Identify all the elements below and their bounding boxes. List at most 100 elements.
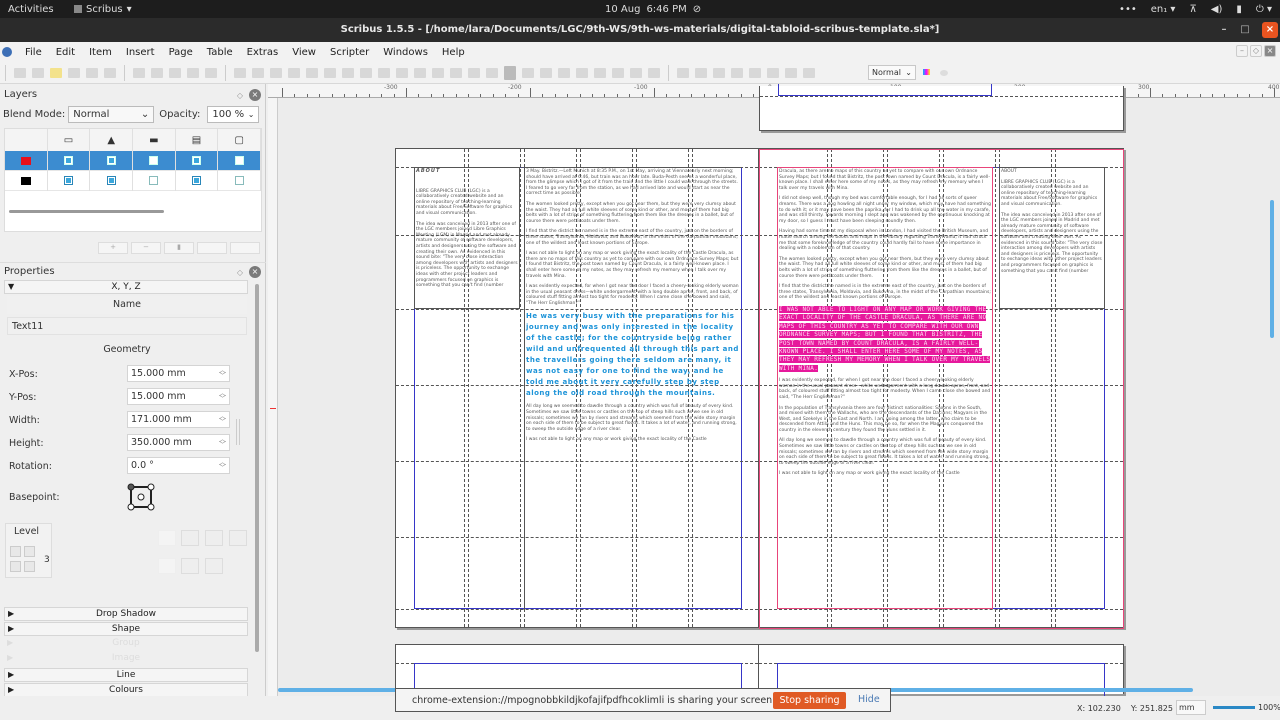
rotation-spinbox[interactable]: 0.0 ° ︿ ﹀ — [127, 457, 230, 474]
paste-icon[interactable] — [205, 67, 217, 78]
menu-item[interactable]: Item — [82, 47, 119, 58]
raise-layer-button[interactable] — [197, 242, 227, 254]
menu-file[interactable]: File — [18, 47, 49, 58]
measure-icon[interactable] — [576, 67, 588, 78]
shape-section-toggle[interactable]: ▶ Shape — [4, 622, 248, 636]
page-right[interactable]: Dracula, as there are no maps of this co… — [759, 148, 1124, 629]
about-text-frame[interactable]: ABOUT LIBRE GRAPHICS CLUB (LGC) is a col… — [999, 167, 1105, 309]
layer-row[interactable] — [5, 150, 262, 171]
flip-button[interactable] — [158, 530, 176, 546]
line-tool-icon[interactable] — [396, 67, 408, 78]
lower-button[interactable] — [10, 561, 21, 572]
spin-arrows-icon[interactable]: ︿ ﹀ — [219, 459, 226, 472]
power-icon[interactable]: ⏻ ▾ — [1256, 4, 1272, 15]
pdf-tools-icon[interactable] — [785, 67, 797, 78]
cut-icon[interactable] — [169, 67, 181, 78]
flow-checkbox[interactable] — [192, 176, 202, 185]
render-frame-tool-icon[interactable] — [288, 67, 300, 78]
layer-row[interactable] — [5, 170, 262, 191]
copy-properties-icon[interactable] — [594, 67, 606, 78]
colours-section-toggle[interactable]: ▶ Colours — [4, 683, 248, 697]
layers-horizontal-scrollbar[interactable] — [9, 210, 164, 213]
item-name-field[interactable]: Text11 — [7, 317, 247, 335]
doc-close-icon[interactable]: × — [1264, 45, 1276, 57]
copy-icon[interactable] — [187, 67, 199, 78]
zoom-slider[interactable] — [1213, 706, 1255, 709]
lock-checkbox[interactable] — [149, 176, 159, 185]
color-management-icon[interactable] — [923, 69, 930, 75]
flip-vertical-button[interactable] — [205, 530, 223, 546]
freehand-tool-icon[interactable] — [432, 67, 444, 78]
image-frame-tool-icon[interactable] — [270, 67, 282, 78]
preview-eye-icon[interactable] — [940, 70, 948, 76]
width-spinbox[interactable]: 171.000 mm ︿ ﹀ — [127, 411, 230, 428]
page-next-right[interactable] — [759, 644, 1124, 703]
link-frames-icon[interactable] — [540, 67, 552, 78]
pdf-link-icon[interactable] — [749, 67, 761, 78]
blend-mode-select[interactable]: Normal ⌄ — [68, 106, 155, 123]
menu-page[interactable]: Page — [162, 47, 200, 58]
spin-arrows-icon[interactable]: ︿ ﹀ — [219, 367, 226, 380]
preview-icon[interactable] — [803, 67, 815, 78]
network-icon[interactable]: ⊼ — [1189, 4, 1196, 15]
mic-icon[interactable]: ▮ — [1236, 4, 1242, 15]
outline-checkbox[interactable] — [234, 176, 244, 185]
zoom-tool-icon[interactable] — [486, 67, 498, 78]
close-doc-icon[interactable] — [68, 67, 80, 78]
lock-column-icon[interactable]: ▬ — [133, 129, 176, 151]
raise-button[interactable] — [24, 546, 35, 557]
spin-arrows-icon[interactable]: ︿ ﹀ — [219, 413, 226, 426]
menu-extras[interactable]: Extras — [240, 47, 286, 58]
page-previous[interactable] — [759, 84, 1124, 131]
polygon-tool-icon[interactable] — [342, 67, 354, 78]
selected-text-highlight[interactable]: I was not able to light on any map or wo… — [779, 305, 991, 373]
lock-size-button[interactable] — [181, 558, 199, 574]
raise-to-top-button[interactable] — [10, 546, 21, 557]
visible-column-icon[interactable]: ▭ — [48, 129, 91, 151]
about-text-frame[interactable]: ABOUT LIBRE GRAPHICS CLUB (LGC) is a col… — [414, 167, 520, 309]
calligraphy-tool-icon[interactable] — [450, 67, 462, 78]
spin-arrows-icon[interactable]: ︿ ﹀ — [219, 436, 226, 449]
shape-tool-icon[interactable] — [324, 67, 336, 78]
edit-text-icon[interactable] — [522, 67, 534, 78]
menu-table[interactable]: Table — [200, 47, 240, 58]
visible-checkbox[interactable] — [64, 176, 73, 185]
activities-button[interactable]: Activities — [8, 4, 54, 15]
flow-column-icon[interactable]: ▤ — [176, 129, 219, 151]
menu-view[interactable]: View — [285, 47, 323, 58]
maximize-button[interactable]: □ — [1237, 22, 1253, 38]
save-icon[interactable] — [50, 67, 62, 78]
pdf-checkbox-icon[interactable] — [677, 67, 689, 78]
page-next-left[interactable] — [395, 644, 759, 703]
add-layer-button[interactable]: + — [98, 242, 128, 254]
line-section-toggle[interactable]: ▶ Line — [4, 668, 248, 682]
edit-contents-icon[interactable] — [504, 65, 516, 80]
drop-shadow-section-toggle[interactable]: ▶ Drop Shadow — [4, 607, 248, 621]
close-panel-icon[interactable]: × — [249, 266, 261, 278]
text-flow-button[interactable] — [205, 558, 223, 574]
spin-arrows-icon[interactable]: ︿ ﹀ — [219, 390, 226, 403]
minimize-button[interactable]: – — [1216, 22, 1232, 38]
y-pos-spinbox[interactable]: 15.000 mm ︿ ﹀ — [127, 388, 230, 405]
pdf-push-button-icon[interactable] — [630, 67, 642, 78]
app-menu[interactable]: Scribus ▾ — [74, 4, 132, 15]
language-selector[interactable]: en₁ ▾ — [1151, 4, 1176, 15]
page-left[interactable]: ABOUT LIBRE GRAPHICS CLUB (LGC) is a col… — [395, 148, 760, 629]
close-window-button[interactable]: × — [1262, 22, 1278, 38]
eyedropper-icon[interactable] — [612, 67, 624, 78]
open-icon[interactable] — [32, 67, 44, 78]
unit-select[interactable]: mm — [1176, 700, 1206, 715]
float-panel-icon[interactable]: ◇ — [237, 91, 243, 100]
visible-checkbox[interactable] — [64, 156, 73, 165]
properties-scrollbar[interactable] — [255, 284, 259, 652]
pdf-list-icon[interactable] — [713, 67, 725, 78]
view-mode-select[interactable]: Normal ⌄ — [868, 65, 916, 80]
system-tray[interactable]: ••• en₁ ▾ ⊼ ◀) ▮ ⏻ ▾ — [1119, 4, 1272, 15]
pdf-text-field-icon[interactable] — [648, 67, 660, 78]
lower-to-bottom-button[interactable] — [24, 561, 35, 572]
print-checkbox[interactable] — [106, 156, 116, 165]
pdf-annotation-icon[interactable] — [767, 67, 779, 78]
new-document-icon[interactable] — [14, 67, 26, 78]
outline-checkbox[interactable] — [234, 156, 244, 165]
remove-layer-button[interactable]: − — [131, 242, 161, 254]
